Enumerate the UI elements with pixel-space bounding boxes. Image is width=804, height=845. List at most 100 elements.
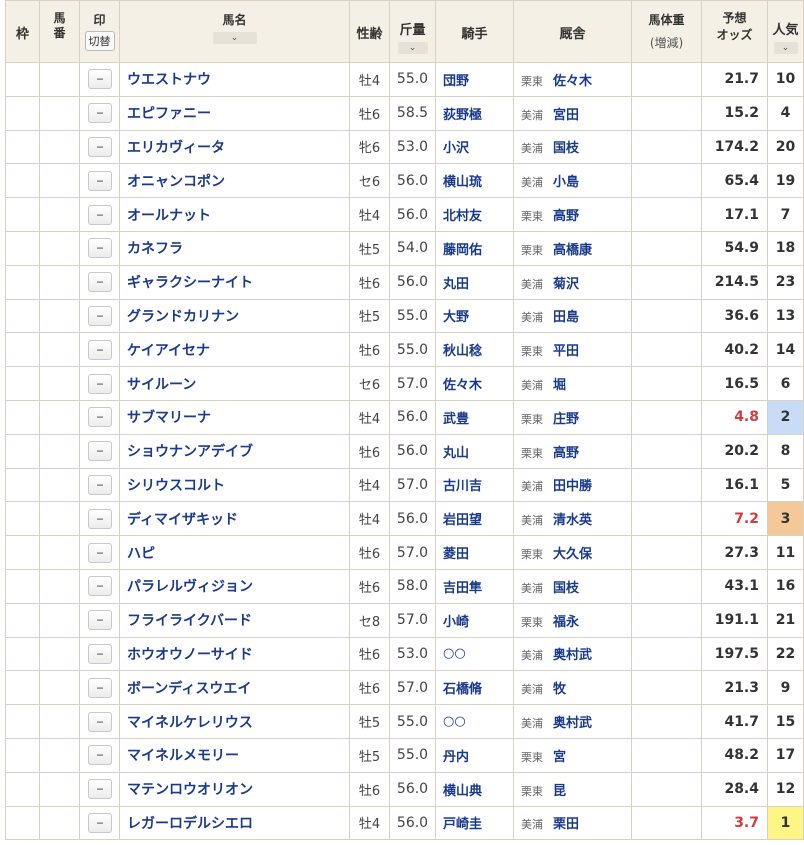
mark-select-button[interactable]: --: [87, 576, 112, 597]
trainer-name[interactable]: 高野: [553, 446, 579, 461]
jockey-name[interactable]: 丸田: [435, 264, 514, 300]
horse-name[interactable]: ギャラクシーナイト: [119, 264, 350, 300]
horse-name[interactable]: ボーンディスウエイ: [119, 670, 350, 706]
mark-select-button[interactable]: --: [87, 103, 112, 124]
mark-select-button[interactable]: --: [87, 170, 112, 191]
mark-select-button[interactable]: --: [87, 610, 112, 631]
jockey-name[interactable]: 大野: [435, 298, 514, 334]
jockey-name[interactable]: ○○: [435, 636, 514, 672]
trainer-name[interactable]: 田島: [553, 310, 579, 325]
horse-name[interactable]: ショウナンアデイブ: [119, 433, 350, 469]
jockey-name[interactable]: 吉田隼: [435, 568, 514, 604]
trainer-name[interactable]: 高野: [553, 209, 579, 224]
mark-select-button[interactable]: --: [87, 69, 112, 90]
horse-name[interactable]: マテンロウオリオン: [119, 771, 350, 807]
chevron-down-icon[interactable]: ⌄: [773, 42, 798, 54]
mark-select-button[interactable]: --: [87, 542, 112, 563]
mark-select-button[interactable]: --: [87, 745, 112, 766]
header-horse-name[interactable]: 馬名 ⌄: [119, 0, 350, 63]
jockey-name[interactable]: 佐々木: [435, 366, 514, 401]
horse-name[interactable]: エピファニー: [119, 95, 350, 131]
horse-name[interactable]: マイネルケレリウス: [119, 704, 350, 739]
mark-select-button[interactable]: --: [87, 474, 112, 495]
trainer-name[interactable]: 国枝: [553, 141, 579, 156]
trainer-name[interactable]: 菊沢: [553, 277, 579, 292]
horse-name[interactable]: レガーロデルシエロ: [119, 805, 350, 841]
mark-select-button[interactable]: --: [87, 677, 112, 698]
trainer-name[interactable]: 庄野: [553, 412, 579, 427]
jockey-name[interactable]: 横山琉: [435, 163, 514, 199]
horse-name[interactable]: シリウスコルト: [119, 467, 350, 503]
jockey-name[interactable]: 古川吉: [435, 467, 514, 503]
trainer-name[interactable]: 小島: [553, 175, 579, 190]
trainer-name[interactable]: 牧: [553, 682, 566, 697]
trainer-name[interactable]: 田中勝: [553, 479, 592, 494]
horse-name[interactable]: ハピ: [119, 535, 350, 570]
jockey-name[interactable]: 丹内: [435, 737, 514, 773]
mark-select-button[interactable]: --: [87, 711, 112, 732]
chevron-down-icon[interactable]: ⌄: [212, 32, 257, 44]
jockey-name[interactable]: 藤岡佑: [435, 230, 514, 266]
jockey-name[interactable]: 武豊: [435, 399, 514, 435]
horse-name[interactable]: ケイアイセナ: [119, 332, 350, 368]
jockey-name[interactable]: 横山典: [435, 771, 514, 807]
mark-select-button[interactable]: --: [87, 407, 112, 428]
trainer-name[interactable]: 高橋康: [553, 243, 592, 258]
trainer-name[interactable]: 清水英: [553, 513, 592, 528]
mark-select-button[interactable]: --: [87, 238, 112, 259]
chevron-down-icon[interactable]: ⌄: [397, 42, 428, 54]
jockey-name[interactable]: 小沢: [435, 129, 514, 165]
mark-select-button[interactable]: --: [87, 339, 112, 360]
horse-name[interactable]: フライライクバード: [119, 602, 350, 638]
trainer-name[interactable]: 宮田: [553, 108, 579, 123]
horse-name[interactable]: サイルーン: [119, 366, 350, 401]
horse-name[interactable]: サブマリーナ: [119, 399, 350, 435]
header-popularity[interactable]: 人気 ⌄: [767, 0, 804, 63]
mark-select-button[interactable]: --: [87, 779, 112, 800]
mark-toggle-button[interactable]: 切替: [84, 31, 115, 51]
mark-select-button[interactable]: --: [87, 305, 112, 326]
horse-name[interactable]: パラレルヴィジョン: [119, 568, 350, 604]
waku-cell: [5, 568, 40, 604]
trainer-name[interactable]: 大久保: [553, 547, 592, 562]
horse-name[interactable]: グランドカリナン: [119, 298, 350, 334]
jockey-name[interactable]: 丸山: [435, 433, 514, 469]
trainer-name[interactable]: 奥村武: [553, 716, 592, 731]
jockey-name[interactable]: 菱田: [435, 535, 514, 570]
mark-select-button[interactable]: --: [87, 812, 112, 833]
jockey-name[interactable]: ○○: [435, 704, 514, 739]
jockey-name[interactable]: 団野: [435, 62, 514, 97]
trainer-name[interactable]: 平田: [553, 344, 579, 359]
trainer-name[interactable]: 奥村武: [553, 648, 592, 663]
horse-name[interactable]: オニャンコポン: [119, 163, 350, 199]
trainer-name[interactable]: 佐々木: [553, 74, 592, 89]
header-weight[interactable]: 斤量 ⌄: [389, 0, 436, 63]
mark-select-button[interactable]: --: [87, 508, 112, 529]
horse-name[interactable]: エリカヴィータ: [119, 129, 350, 165]
jockey-name[interactable]: 小崎: [435, 602, 514, 638]
jockey-name[interactable]: 岩田望: [435, 501, 514, 537]
mark-select-button[interactable]: --: [87, 272, 112, 293]
mark-select-button[interactable]: --: [87, 643, 112, 664]
horse-name[interactable]: ホウオウノーサイド: [119, 636, 350, 672]
trainer-name[interactable]: 栗田: [553, 817, 579, 832]
horse-name[interactable]: ディマイザキッド: [119, 501, 350, 537]
trainer-name[interactable]: 宮: [553, 750, 566, 765]
jockey-name[interactable]: 荻野極: [435, 95, 514, 131]
jockey-name[interactable]: 秋山稔: [435, 332, 514, 368]
jockey-name[interactable]: 北村友: [435, 197, 514, 232]
trainer-name[interactable]: 昆: [553, 784, 566, 799]
trainer-name[interactable]: 国枝: [553, 581, 579, 596]
horse-name[interactable]: オールナット: [119, 197, 350, 232]
mark-select-button[interactable]: --: [87, 441, 112, 462]
horse-name[interactable]: ウエストナウ: [119, 62, 350, 97]
horse-name[interactable]: マイネルメモリー: [119, 737, 350, 773]
mark-select-button[interactable]: --: [87, 136, 112, 157]
mark-select-button[interactable]: --: [87, 204, 112, 225]
jockey-name[interactable]: 石橋脩: [435, 670, 514, 706]
trainer-name[interactable]: 福永: [553, 615, 579, 630]
jockey-name[interactable]: 戸崎圭: [435, 805, 514, 841]
trainer-name[interactable]: 堀: [553, 378, 566, 393]
mark-select-button[interactable]: --: [87, 373, 112, 394]
horse-name[interactable]: カネフラ: [119, 230, 350, 266]
